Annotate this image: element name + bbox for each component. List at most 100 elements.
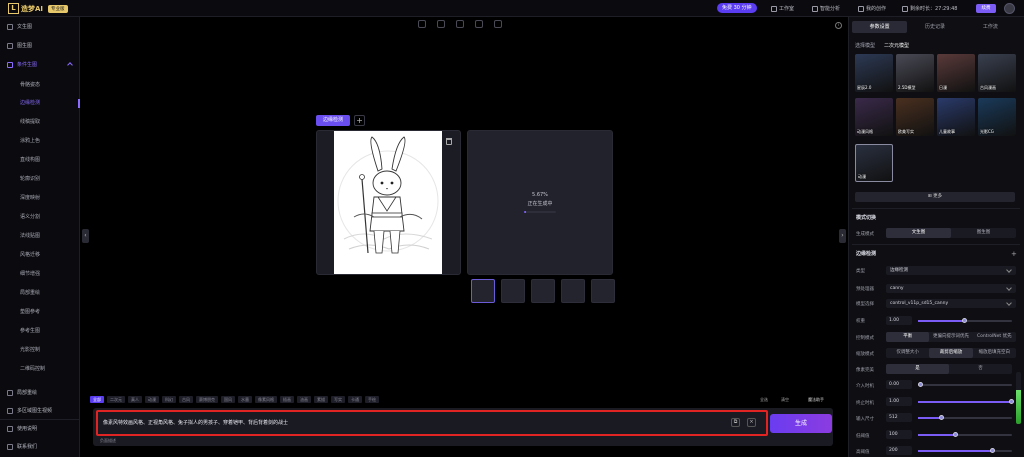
model-card[interactable]: 光影CG — [978, 98, 1016, 136]
sidebar-item-contact[interactable]: 联系我们 — [0, 441, 80, 452]
style-tag[interactable]: 插画 — [280, 396, 294, 403]
high-threshold-input[interactable]: 200 — [886, 446, 912, 455]
negative-prompt-link[interactable]: 负面描述 — [100, 438, 116, 444]
redo-icon[interactable] — [437, 20, 445, 28]
style-tag[interactable]: 赛博朋克 — [196, 396, 218, 403]
control-mode-option[interactable]: 更偏向提示词优先 — [929, 332, 972, 342]
style-tag[interactable]: 真人 — [128, 396, 142, 403]
select-all-button[interactable]: 全选 — [760, 396, 768, 403]
model-card[interactable]: 古风漫画 — [978, 54, 1016, 92]
model-card[interactable]: 2.5D模型 — [896, 54, 934, 92]
zoom-icon[interactable] — [456, 20, 464, 28]
sidebar-sub-item[interactable]: 语义分割 — [0, 212, 80, 223]
style-tag[interactable]: 手绘 — [365, 396, 379, 403]
model-card[interactable]: 动漫风格 — [855, 98, 893, 136]
sidebar-sub-item[interactable]: 深度映射 — [0, 193, 80, 204]
slider-knob[interactable] — [1009, 399, 1014, 404]
end-step-input[interactable]: 1.00 — [886, 397, 912, 406]
tab-history[interactable]: 历史记录 — [907, 21, 962, 33]
plus-icon[interactable]: + — [1011, 250, 1017, 258]
style-tag[interactable]: 国风 — [221, 396, 235, 403]
style-tag[interactable]: 油画 — [297, 396, 311, 403]
tab-workflow[interactable]: 工作流 — [963, 21, 1018, 33]
sidebar-sub-item[interactable]: 参考生图 — [0, 326, 80, 337]
model-card[interactable]: 星辰2.0 — [855, 54, 893, 92]
slider-knob[interactable] — [918, 382, 923, 387]
weight-input[interactable]: 1.00 — [886, 316, 912, 325]
model-card-selected[interactable]: 动漫 — [855, 144, 893, 182]
resize-option[interactable]: 仅调整大小 — [886, 348, 929, 358]
model-card[interactable]: 欧美写实 — [896, 98, 934, 136]
style-tag[interactable]: 写实 — [331, 396, 345, 403]
controlnet-tab[interactable]: 边缘检测 — [316, 115, 350, 126]
slider-knob[interactable] — [938, 415, 944, 420]
result-thumbnail[interactable] — [501, 279, 525, 303]
sidebar-sub-item[interactable]: 风格迁移 — [0, 250, 80, 261]
magic-assistant-button[interactable]: 魔法助手 — [808, 396, 824, 403]
style-tag[interactable]: 卡通 — [348, 396, 362, 403]
my-creations-link[interactable]: 我的创作 — [858, 4, 886, 13]
renew-button[interactable]: 续费 — [976, 4, 996, 13]
result-thumbnail[interactable] — [471, 279, 495, 303]
pixel-perfect-no[interactable]: 否 — [949, 364, 1012, 374]
control-mode-option[interactable]: 平衡 — [886, 332, 930, 342]
reference-image[interactable] — [334, 131, 442, 274]
sidebar-sub-item[interactable]: 光影控制 — [0, 345, 80, 356]
sidebar-sub-item[interactable]: 骨骼姿态 — [0, 80, 80, 91]
generate-button[interactable]: 生成 — [770, 414, 832, 433]
start-step-input[interactable]: 0.00 — [886, 380, 912, 389]
style-tag[interactable]: 动漫 — [145, 396, 159, 403]
analysis-link[interactable]: 智能分析 — [812, 4, 840, 13]
slider-knob[interactable] — [952, 432, 958, 437]
mode-img2img-option[interactable]: 图生图 — [951, 228, 1016, 238]
resize-option[interactable]: 缩放后填充空白 — [973, 348, 1016, 358]
clear-tags-button[interactable]: 清空 — [781, 396, 789, 403]
collapse-right-handle[interactable]: › — [839, 229, 846, 243]
end-step-slider[interactable] — [918, 399, 1014, 404]
low-threshold-input[interactable]: 100 — [886, 430, 912, 439]
resolution-slider[interactable] — [918, 415, 1012, 420]
sidebar-sub-item[interactable]: 线稿提取 — [0, 117, 80, 128]
slider-knob[interactable] — [962, 318, 967, 323]
controlnet-model-select[interactable]: control_v11p_sd15_canny — [886, 299, 1016, 308]
style-tag[interactable]: 像素风格 — [255, 396, 277, 403]
trash-icon[interactable] — [446, 138, 452, 145]
style-tag[interactable]: 古风 — [179, 396, 193, 403]
style-tag[interactable]: 科幻 — [162, 396, 176, 403]
resolution-input[interactable]: 512 — [886, 413, 912, 422]
add-controlnet-button[interactable]: + — [354, 115, 365, 126]
weight-slider[interactable] — [918, 318, 1012, 323]
style-tag[interactable]: 水墨 — [238, 396, 252, 403]
prompt-input[interactable]: 像素风特效画风格、正视角风格、兔子拟人的男孩子、穿着铠甲、背后背着剑的战士 — [103, 419, 288, 426]
sidebar-sub-item[interactable]: 细节增强 — [0, 269, 80, 280]
sidebar-sub-item[interactable]: 二维码控制 — [0, 364, 80, 375]
sidebar-sub-item[interactable]: 轮廓识别 — [0, 174, 80, 185]
high-threshold-slider[interactable] — [918, 448, 1012, 453]
result-thumbnail[interactable] — [591, 279, 615, 303]
model-card[interactable]: 日漫 — [937, 54, 975, 92]
sidebar-item-video[interactable]: 多区域图生视频 — [0, 405, 80, 416]
start-step-slider[interactable] — [918, 382, 1012, 387]
control-mode-option[interactable]: ControlNet 优先 — [973, 332, 1016, 342]
pixel-perfect-yes[interactable]: 是 — [886, 364, 949, 374]
sidebar-sub-item[interactable]: 垫图参考 — [0, 307, 80, 318]
free-minutes-promo[interactable]: 免费 30 分钟 — [717, 3, 757, 13]
avatar[interactable] — [1004, 3, 1015, 14]
logo[interactable]: L 造梦AI 专业版 — [8, 3, 68, 14]
studio-link[interactable]: 工作室 — [771, 4, 794, 13]
copy-icon[interactable]: ⧉ — [731, 418, 740, 427]
result-thumbnail[interactable] — [531, 279, 555, 303]
mode-txt2img-option[interactable]: 文生图 — [886, 228, 951, 238]
sidebar-item-inpaint[interactable]: 局部重绘 — [0, 387, 80, 398]
low-threshold-slider[interactable] — [918, 432, 1012, 437]
type-select[interactable]: 边缘检测 — [886, 266, 1016, 275]
sidebar-sub-item[interactable]: 法线贴图 — [0, 231, 80, 242]
sidebar-item-txt2img[interactable]: 文生图 — [0, 21, 80, 32]
sidebar-sub-item[interactable]: 直线构图 — [0, 155, 80, 166]
sidebar-item-conditional[interactable]: 条件生图 — [0, 59, 80, 70]
style-tag[interactable]: 全部 — [90, 396, 104, 403]
sidebar-sub-item[interactable]: 涂鸦上色 — [0, 136, 80, 147]
fit-icon[interactable] — [494, 20, 502, 28]
preprocessor-select[interactable]: canny — [886, 284, 1016, 293]
model-card[interactable]: 儿童故事 — [937, 98, 975, 136]
